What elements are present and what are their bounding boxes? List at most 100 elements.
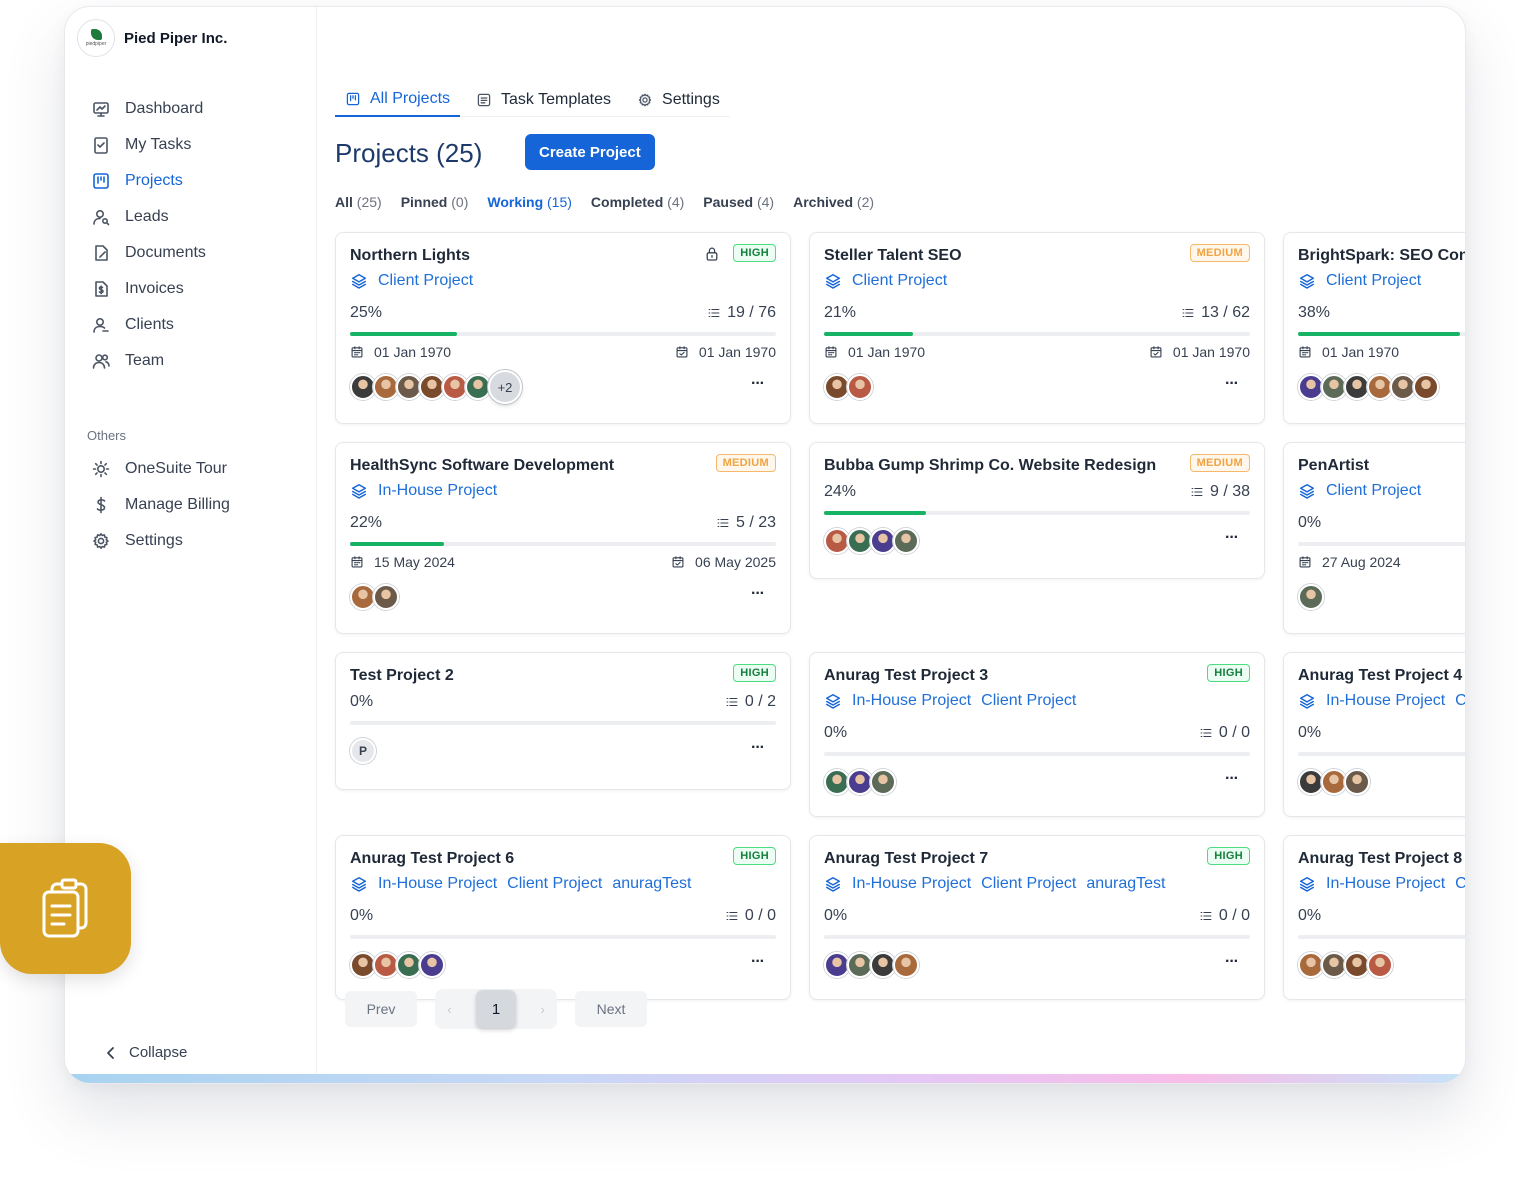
filter-working[interactable]: Working (15) [487, 194, 572, 210]
project-card[interactable]: Anurag Test Project 4 In-House Project Cli… [1283, 652, 1465, 817]
project-title[interactable]: Steller Talent SEO [824, 247, 962, 265]
card-menu-button[interactable]: ··· [1225, 953, 1239, 971]
filter-paused[interactable]: Paused (4) [703, 194, 774, 210]
sidebar-item-documents[interactable]: Documents [91, 235, 301, 271]
card-menu-button[interactable]: ··· [1225, 375, 1239, 393]
tag-label[interactable]: In-House Project [852, 875, 971, 893]
project-tags: Client Project [1298, 272, 1421, 290]
prev-page-button[interactable]: Prev [345, 991, 417, 1027]
brand[interactable]: piedpiper Pied Piper Inc. [77, 19, 227, 57]
avatar[interactable] [847, 374, 873, 400]
tag-label[interactable]: Client Project [981, 692, 1076, 710]
sidebar-item-projects[interactable]: Projects [91, 163, 301, 199]
project-title[interactable]: Bubba Gump Shrimp Co. Website Redesign [824, 457, 1156, 475]
tag-label[interactable]: In-House Project [1326, 875, 1445, 893]
chevron-right-icon[interactable]: › [540, 1002, 544, 1017]
tag-label[interactable]: Client Project [1326, 272, 1421, 290]
app-window: piedpiper Pied Piper Inc. Dashboard My Ta… [64, 6, 1466, 1084]
avatar[interactable] [893, 528, 919, 554]
more-avatars[interactable]: +2 [488, 370, 522, 404]
avatar[interactable] [1298, 584, 1324, 610]
card-menu-button[interactable]: ··· [751, 585, 765, 603]
tag-label[interactable]: In-House Project [1326, 692, 1445, 710]
project-card[interactable]: PenArtistClient Project0%27 Aug 2024··· [1283, 442, 1465, 634]
lock-icon[interactable] [704, 246, 720, 262]
tag-label[interactable]: Client Project [1326, 482, 1421, 500]
end-date: 01 Jan 1970 [675, 344, 776, 360]
filter-completed[interactable]: Completed (4) [591, 194, 684, 210]
sidebar-item-leads[interactable]: Leads [91, 199, 301, 235]
sidebar-item-settings[interactable]: Settings [91, 523, 301, 559]
progress-percent: 22% [350, 514, 383, 531]
card-menu-button[interactable]: ··· [751, 375, 765, 393]
task-count: 0 / 0 [725, 907, 776, 925]
sidebar-item-invoices[interactable]: Invoices [91, 271, 301, 307]
avatar[interactable]: P [350, 738, 376, 764]
avatar[interactable] [1413, 374, 1439, 400]
project-card[interactable]: Anurag Test Project 3 HIGH In-House Projec… [809, 652, 1265, 817]
avatar[interactable] [419, 952, 445, 978]
avatar[interactable] [893, 952, 919, 978]
tag-label[interactable]: In-House Project [378, 482, 497, 500]
card-menu-button[interactable]: ··· [1225, 529, 1239, 547]
project-title[interactable]: Anurag Test Project 7 [824, 850, 988, 868]
project-title[interactable]: HealthSync Software Development [350, 457, 614, 475]
project-title[interactable]: Test Project 2 [350, 667, 454, 685]
tag-label[interactable]: anuragTest [1086, 875, 1165, 893]
project-title[interactable]: Anurag Test Project 6 [350, 850, 514, 868]
progress-bar [350, 332, 776, 336]
project-card[interactable]: Bubba Gump Shrimp Co. Website Redesign ME… [809, 442, 1265, 579]
project-card[interactable]: HealthSync Software Development MEDIUM In-… [335, 442, 791, 634]
sidebar-nav: Dashboard My Tasks Projects Leads Documents I… [91, 91, 301, 379]
project-card[interactable]: BrightSpark: SEO Content Optimization Cli… [1283, 232, 1465, 424]
filter-archived[interactable]: Archived (2) [793, 194, 874, 210]
tab-settings[interactable]: Settings [627, 83, 730, 117]
project-title[interactable]: PenArtist [1298, 457, 1369, 475]
create-project-button[interactable]: Create Project [525, 134, 655, 170]
tag-label[interactable]: In-House Project [378, 875, 497, 893]
tag-label[interactable]: Client Project [981, 875, 1076, 893]
progress-percent: 0% [824, 907, 848, 924]
project-title[interactable]: Anurag Test Project 8 [1298, 850, 1462, 868]
project-card[interactable]: Steller Talent SEO MEDIUM Client Project 21… [809, 232, 1265, 424]
avatar[interactable] [1344, 769, 1370, 795]
tag-label[interactable]: Client Project [378, 272, 473, 290]
collapse-button[interactable]: Collapse [105, 1044, 187, 1061]
page-number-current[interactable]: 1 [476, 990, 516, 1028]
filter-all[interactable]: All (25) [335, 194, 382, 210]
project-card[interactable]: Anurag Test Project 8 In-House Project Cli… [1283, 835, 1465, 1000]
sidebar-item-manage-billing[interactable]: Manage Billing [91, 487, 301, 523]
project-title[interactable]: Northern Lights [350, 247, 470, 265]
tab-all-projects[interactable]: All Projects [335, 83, 461, 117]
project-title[interactable]: Anurag Test Project 3 [824, 667, 988, 685]
project-card[interactable]: Anurag Test Project 6 HIGH In-House Projec… [335, 835, 791, 1000]
next-page-button[interactable]: Next [575, 991, 647, 1027]
tag-label[interactable]: Client Project [1455, 692, 1465, 710]
tag-label[interactable]: In-House Project [852, 692, 971, 710]
tag-label[interactable]: Client Project [1455, 875, 1465, 893]
avatar[interactable] [870, 769, 896, 795]
project-title[interactable]: BrightSpark: SEO Content Optimization [1298, 247, 1465, 265]
sidebar-item-clients[interactable]: Clients [91, 307, 301, 343]
card-menu-button[interactable]: ··· [1225, 770, 1239, 788]
chevron-left-icon[interactable]: ‹ [447, 1002, 451, 1017]
priority-badge: MEDIUM [715, 454, 776, 472]
sidebar-item-dashboard[interactable]: Dashboard [91, 91, 301, 127]
project-title[interactable]: Anurag Test Project 4 [1298, 667, 1462, 685]
project-card[interactable]: Test Project 2 HIGH 0% 0 / 2 P ··· [335, 652, 791, 790]
filter-pinned[interactable]: Pinned (0) [401, 194, 469, 210]
project-card[interactable]: Anurag Test Project 7 HIGH In-House Projec… [809, 835, 1265, 1000]
sidebar-item-my-tasks[interactable]: My Tasks [91, 127, 301, 163]
assignee-avatars [350, 952, 445, 978]
tab-task-templates[interactable]: Task Templates [466, 83, 621, 117]
tag-label[interactable]: Client Project [852, 272, 947, 290]
project-card[interactable]: Northern Lights HIGH Client Project 25% 19 /… [335, 232, 791, 424]
tag-label[interactable]: Client Project [507, 875, 602, 893]
sidebar-item-onesuite-tour[interactable]: OneSuite Tour [91, 451, 301, 487]
card-menu-button[interactable]: ··· [751, 739, 765, 757]
avatar[interactable] [373, 584, 399, 610]
tag-label[interactable]: anuragTest [612, 875, 691, 893]
avatar[interactable] [1367, 952, 1393, 978]
card-menu-button[interactable]: ··· [751, 953, 765, 971]
sidebar-item-team[interactable]: Team [91, 343, 301, 379]
